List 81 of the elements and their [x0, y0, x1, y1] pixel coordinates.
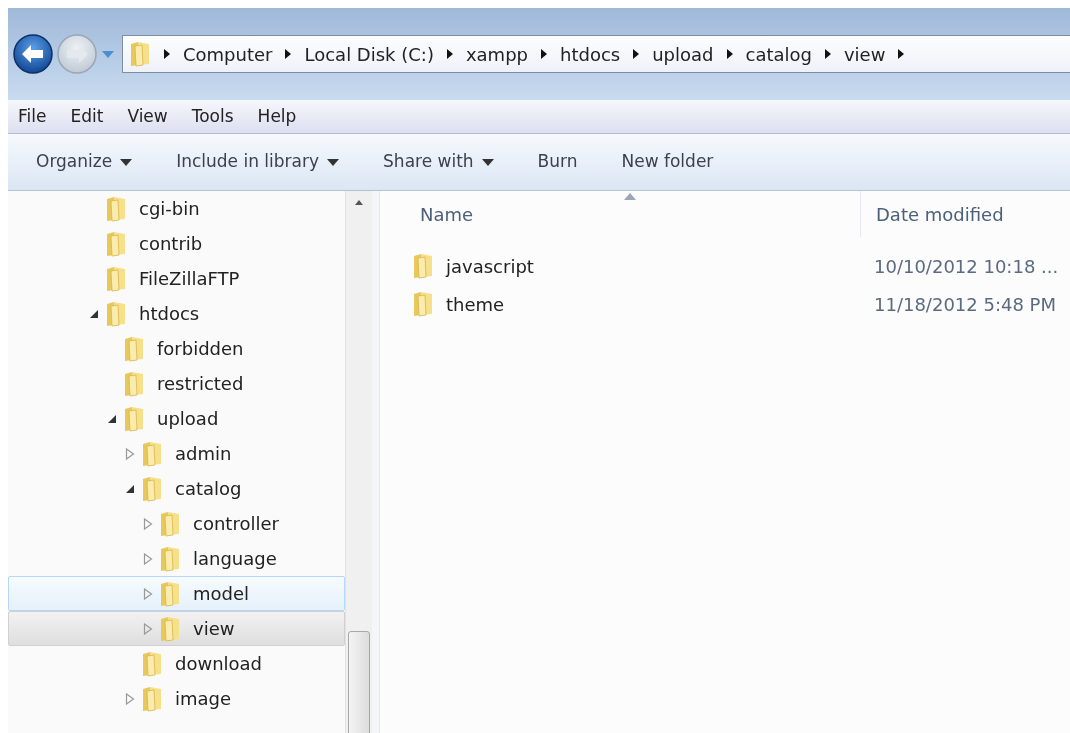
breadcrumb-item[interactable]: catalog [745, 40, 812, 68]
address-bar[interactable]: Computer Local Disk (C:) xampp htdocs upload catalog view [122, 35, 1070, 73]
tree-item[interactable]: view [8, 611, 345, 646]
breadcrumb-arrow-icon[interactable] [897, 48, 906, 60]
folder-icon [412, 291, 434, 317]
folder-icon [105, 230, 127, 257]
date-modified: 10/10/2012 10:18 ... [874, 254, 1059, 279]
breadcrumb-arrow-icon[interactable] [445, 48, 454, 60]
collapsed-icon[interactable] [143, 587, 153, 600]
tree-item[interactable]: image [8, 681, 345, 716]
toolbar-button[interactable]: Organize [36, 149, 133, 175]
folder-icon [105, 265, 127, 292]
folder-icon [141, 685, 163, 712]
caret-icon [327, 158, 340, 166]
folder-icon [123, 335, 145, 362]
tree-item[interactable]: restricted [8, 366, 345, 401]
menu-item[interactable]: View [127, 103, 168, 130]
breadcrumb-arrow-icon[interactable] [725, 48, 734, 60]
folder-icon [105, 300, 127, 327]
expanded-icon[interactable] [125, 483, 135, 494]
file-name[interactable]: javascript [446, 252, 860, 280]
file-name[interactable]: theme [446, 290, 860, 318]
breadcrumb-item[interactable]: upload [652, 40, 714, 68]
toolbar-button[interactable]: Include in library [176, 149, 340, 175]
caret-icon [481, 158, 494, 166]
caret-icon [100, 49, 116, 60]
back-button[interactable] [12, 33, 54, 75]
scroll-up-icon[interactable] [354, 199, 364, 205]
folder-icon [141, 475, 163, 502]
menu-item[interactable]: File [18, 103, 47, 130]
folder-icon [159, 615, 181, 642]
breadcrumb-item[interactable]: Computer [183, 40, 273, 68]
folder-icon [123, 370, 145, 397]
breadcrumb-arrow-icon[interactable] [540, 48, 548, 60]
folder-icon [105, 195, 127, 222]
column-header[interactable]: Date modified [876, 200, 1004, 228]
tree-item[interactable]: upload [8, 401, 345, 436]
breadcrumb-item[interactable]: view [843, 40, 886, 68]
expanded-icon[interactable] [107, 413, 117, 424]
breadcrumb-item[interactable]: Local Disk (C:) [304, 40, 434, 68]
folder-icon [141, 440, 163, 467]
breadcrumb-arrow-icon[interactable] [632, 48, 641, 60]
collapsed-icon[interactable] [143, 552, 153, 565]
tree-item[interactable]: model [8, 576, 345, 611]
tree-item[interactable]: contrib [8, 226, 345, 261]
tree-item[interactable]: forbidden [8, 331, 345, 366]
tree-item[interactable]: language [8, 541, 345, 576]
toolbar-button[interactable]: Share with [383, 149, 494, 175]
tree-item[interactable]: admin [8, 436, 345, 471]
menu-item[interactable]: Edit [70, 103, 104, 130]
breadcrumb-arrow-icon[interactable] [284, 48, 293, 60]
folder-icon [141, 650, 163, 677]
breadcrumb-item[interactable]: xampp [465, 40, 528, 68]
scrollbar[interactable] [345, 191, 372, 733]
tree-item[interactable]: download [8, 646, 345, 681]
folder-icon [159, 580, 181, 607]
sort-arrow-icon [624, 193, 636, 200]
collapsed-icon[interactable] [125, 447, 135, 460]
date-modified: 11/18/2012 5:48 PM [874, 292, 1056, 317]
toolbar-button[interactable]: Burn [537, 149, 578, 175]
folder-icon [159, 545, 181, 572]
tree-item[interactable]: FileZillaFTP [8, 261, 345, 296]
folder-icon [159, 510, 181, 537]
tree-item[interactable]: catalog [8, 471, 345, 506]
expanded-icon[interactable] [89, 308, 99, 319]
collapsed-icon[interactable] [143, 517, 153, 530]
collapsed-icon[interactable] [125, 692, 135, 705]
caret-icon [120, 158, 133, 166]
folder-icon [129, 41, 151, 67]
breadcrumb-item[interactable]: htdocs [560, 40, 621, 68]
folder-icon [123, 405, 145, 432]
tree-item[interactable]: htdocs [8, 296, 345, 331]
folder-icon [412, 253, 434, 279]
breadcrumb-arrow-icon[interactable] [823, 48, 832, 60]
toolbar-button[interactable]: New folder [621, 149, 714, 175]
tree-item[interactable]: cgi-bin [8, 191, 345, 226]
menu-item[interactable]: Tools [191, 103, 234, 130]
tree-item[interactable]: controller [8, 506, 345, 541]
breadcrumb-arrow-icon[interactable] [163, 48, 171, 60]
menu-item[interactable]: Help [257, 103, 297, 130]
column-header[interactable]: Name [420, 200, 860, 228]
